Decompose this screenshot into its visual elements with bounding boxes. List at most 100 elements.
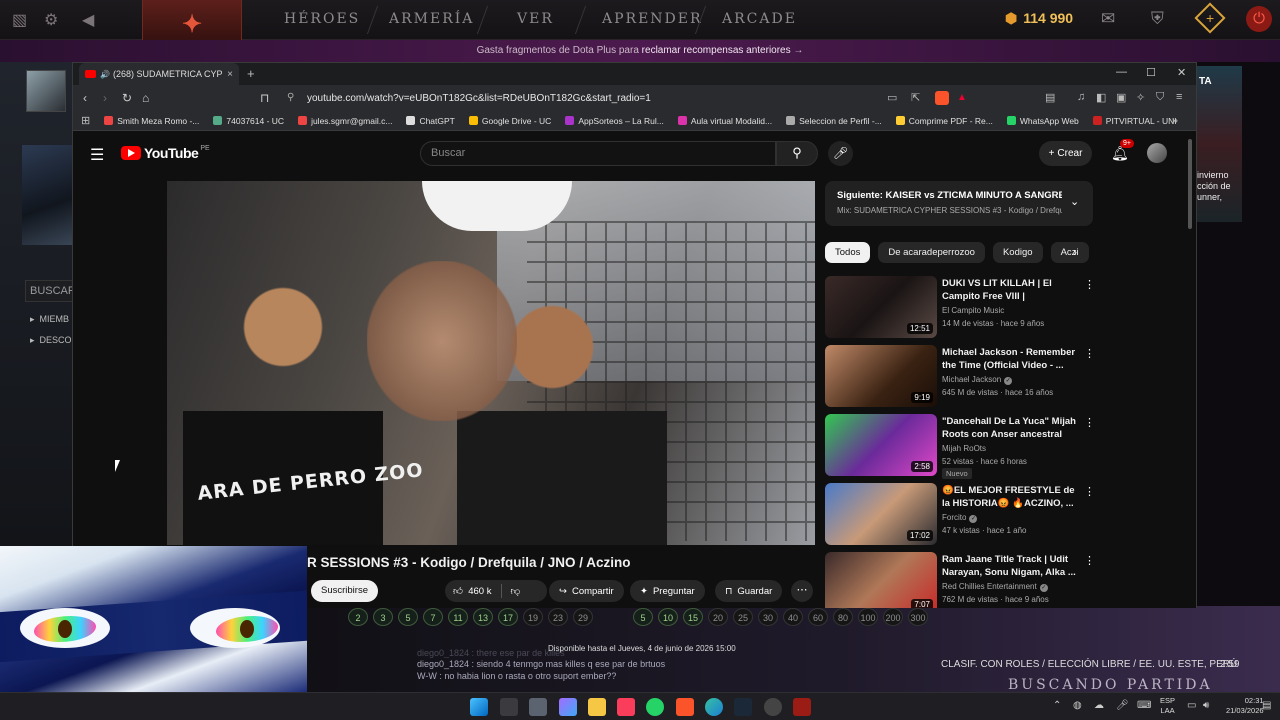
menu-icon[interactable]: ≡ [1176, 91, 1182, 103]
more-vert-icon[interactable]: ⋮ [1084, 416, 1095, 429]
level-chip[interactable]: 10 [658, 608, 678, 626]
nav-learn[interactable]: APRENDER [602, 11, 703, 27]
video-thumbnail[interactable]: 17:02 [825, 483, 937, 545]
recommendation-title[interactable]: Ram Jaane Title Track | Udit Narayan, So… [942, 553, 1077, 579]
media-icon[interactable]: ♫ [1077, 91, 1085, 103]
armory-shield-icon[interactable]: ⛨ [1151, 9, 1164, 29]
minimize-button[interactable]: — [1116, 66, 1127, 78]
tab-youtube[interactable]: 🔊 (268) SUDAMETRICA CYPHER × [79, 63, 239, 85]
search-input[interactable]: Buscar [420, 141, 776, 166]
bookmark-item[interactable]: WhatsApp Web [1006, 116, 1079, 126]
display-icon[interactable]: ▭ [1187, 700, 1196, 711]
nav-heroes[interactable]: HÉROES [284, 11, 360, 27]
edge-icon[interactable] [705, 698, 723, 716]
like-dislike-group[interactable]: 👍︎ 460 k 👎︎ [445, 580, 547, 602]
like-icon[interactable]: 👍︎ [453, 585, 463, 597]
filter-chip[interactable]: De acaradeperrozoo [878, 242, 985, 263]
voice-search-button[interactable]: 🎤︎ [828, 141, 853, 166]
level-chip[interactable]: 15 [683, 608, 703, 626]
level-chip[interactable]: 100 [858, 608, 878, 626]
brave-taskbar-icon[interactable] [676, 698, 694, 716]
bookmark-item[interactable]: 74037614 - UC [213, 116, 284, 126]
create-button[interactable]: + Crear [1039, 141, 1092, 166]
apps-grid-icon[interactable]: ⊞ [81, 114, 90, 127]
tray-chevron-icon[interactable]: ⌃ [1053, 700, 1061, 711]
level-chip[interactable]: 7 [423, 608, 443, 626]
search-button[interactable]: ⚲ [776, 141, 818, 166]
level-chip[interactable]: 13 [473, 608, 493, 626]
level-chip[interactable]: 23 [548, 608, 568, 626]
finding-match[interactable]: BUSCANDO PARTIDA [1008, 677, 1213, 693]
banner-link[interactable]: reclamar recompensas anteriores [642, 45, 791, 56]
bookmark-item[interactable]: ChatGPT [406, 116, 455, 126]
speaker-icon[interactable]: 🔊 [100, 70, 110, 79]
channel-name[interactable]: Red Chillies Entertainment ✓ [942, 582, 1048, 592]
recommendation-item[interactable]: 9:19 Michael Jackson - Remember the Time … [825, 345, 1095, 409]
forward-icon[interactable]: › [103, 91, 107, 105]
level-chip[interactable]: 25 [733, 608, 753, 626]
filter-chip[interactable]: Aczi [1050, 242, 1089, 263]
whatsapp-icon[interactable] [646, 698, 664, 716]
copilot-icon[interactable] [559, 698, 577, 716]
bookmark-item[interactable]: Smith Meza Romo -... [104, 116, 199, 126]
video-thumbnail[interactable]: 9:19 [825, 345, 937, 407]
reload-icon[interactable]: ↻ [122, 91, 132, 105]
ai-icon[interactable]: ✧ [1136, 91, 1145, 104]
onedrive-icon[interactable]: ☁ [1094, 700, 1104, 711]
dislike-icon[interactable]: 👎︎ [510, 585, 520, 597]
video-thumbnail[interactable]: 7:07 [825, 552, 937, 608]
channel-name[interactable]: Michael Jackson ✓ [942, 375, 1013, 385]
recommendation-title[interactable]: 😡EL MEJOR FREESTYLE de la HISTORIA😡 🔥ACZ… [942, 484, 1077, 510]
level-chip[interactable]: 80 [833, 608, 853, 626]
more-vert-icon[interactable]: ⋮ [1084, 347, 1095, 360]
level-chip[interactable]: 17 [498, 608, 518, 626]
level-chip[interactable]: 11 [448, 608, 468, 626]
level-chip[interactable]: 60 [808, 608, 828, 626]
dota-plus-banner[interactable]: Gasta fragmentos de Dota Plus para recla… [0, 40, 1280, 62]
back-arrow-icon[interactable]: ◀ [82, 10, 94, 30]
dota-menu-icon[interactable]: ▧ [12, 10, 27, 30]
bookmark-item[interactable]: Aula virtual Modalid... [677, 116, 772, 126]
url-input[interactable]: youtube.com/watch?v=eUBOnT182Gc&list=RDe… [307, 93, 651, 104]
bookmark-item[interactable]: jules.sgmr@gmail.c... [298, 116, 392, 126]
more-vert-icon[interactable]: ⋮ [1084, 278, 1095, 291]
player-avatar[interactable] [26, 70, 66, 112]
task-view-icon[interactable] [500, 698, 518, 716]
recommendation-item[interactable]: 2:58 "Dancehall De La Yuca" Mijah Roots c… [825, 414, 1095, 479]
bookmarks-overflow-icon[interactable]: » [1172, 115, 1178, 127]
level-chip[interactable]: 300 [908, 608, 928, 626]
input-language[interactable]: ESP LAA [1160, 696, 1175, 716]
settings-icon[interactable]: ⚙ [44, 10, 58, 30]
friends-search[interactable]: BUSCAR [25, 280, 75, 302]
steam-icon[interactable] [734, 698, 752, 716]
level-chip[interactable]: 30 [758, 608, 778, 626]
mic-tray-icon[interactable]: 🎤︎ [1116, 700, 1129, 711]
share-icon[interactable]: ⇱ [911, 91, 920, 104]
ask-button[interactable]: ✦ Preguntar [630, 580, 705, 602]
video-thumbnail[interactable]: 12:51 [825, 276, 937, 338]
filter-chip[interactable]: Todos [825, 242, 871, 263]
chevron-right-icon[interactable]: › [1073, 245, 1077, 259]
start-icon[interactable] [470, 698, 488, 716]
page-scrollbar[interactable] [1187, 137, 1193, 607]
recommendation-item[interactable]: 17:02 😡EL MEJOR FREESTYLE de la HISTORIA😡… [825, 483, 1095, 547]
recommendation-item[interactable]: 7:07 Ram Jaane Title Track | Udit Narayan… [825, 552, 1095, 608]
more-vert-icon[interactable]: ⋮ [1084, 554, 1095, 567]
wallet-icon[interactable]: ▣ [1116, 91, 1126, 104]
up-next-card[interactable]: Siguiente: KAISER vs ZTICMA MINUTO A SAN… [825, 181, 1093, 226]
level-chip[interactable]: 2 [348, 608, 368, 626]
close-window-button[interactable]: ✕ [1177, 66, 1186, 79]
more-vert-icon[interactable]: ⋮ [1084, 485, 1095, 498]
level-chip[interactable]: 19 [523, 608, 543, 626]
friends-tree-item[interactable]: ▸ DESCO [30, 335, 76, 346]
filter-chip[interactable]: Kodigo [992, 242, 1043, 263]
recommendation-item[interactable]: 12:51 DUKI VS LIT KILLAH | El Campito Fre… [825, 276, 1095, 340]
share-button[interactable]: ↪ Compartir [549, 580, 624, 602]
level-chip[interactable]: 29 [573, 608, 593, 626]
music-icon[interactable] [617, 698, 635, 716]
back-icon[interactable]: ‹ [83, 91, 87, 105]
file-explorer-icon[interactable] [588, 698, 606, 716]
clock[interactable]: 02:31 21/03/2026 [1226, 696, 1264, 716]
level-chip[interactable]: 200 [883, 608, 903, 626]
notifications-tray-icon[interactable]: ▤ [1262, 700, 1271, 711]
